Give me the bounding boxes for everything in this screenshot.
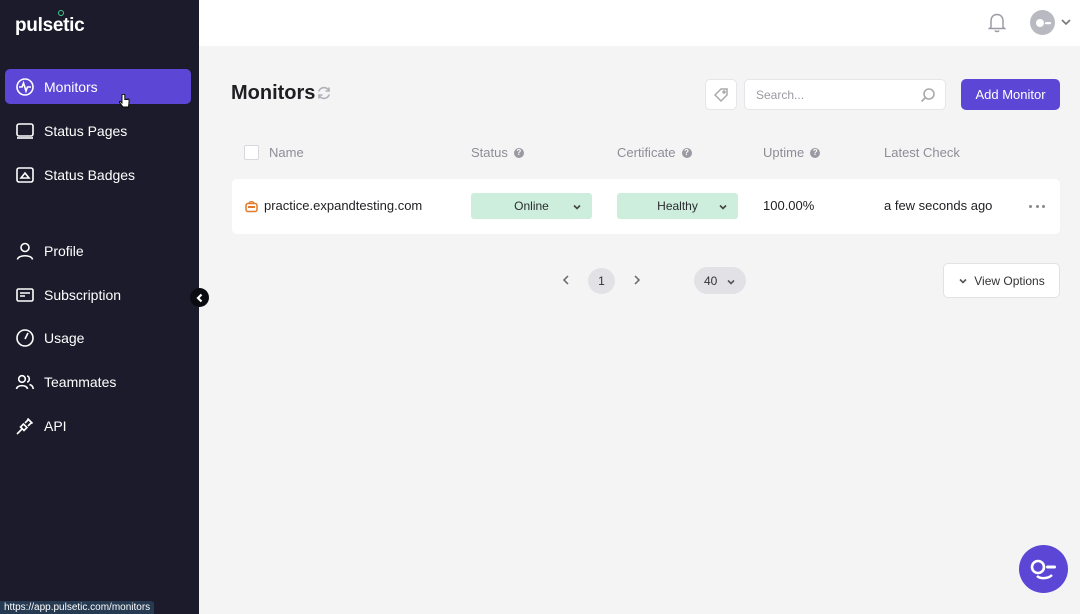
sidebar-item-label: API xyxy=(44,417,67,434)
column-header-latest-check[interactable]: Latest Check xyxy=(884,145,960,160)
top-bar xyxy=(199,0,1080,46)
status-badge-icon xyxy=(15,165,35,185)
sidebar-item-monitors[interactable]: Monitors xyxy=(5,69,191,104)
sidebar: pulsetic Monitors Status Pages Status Ba… xyxy=(0,0,209,614)
previous-page-button[interactable] xyxy=(559,273,573,287)
sidebar-item-label: Subscription xyxy=(44,286,122,303)
per-page-select[interactable]: 40 xyxy=(694,267,746,294)
uptime-value: 100.00% xyxy=(763,198,815,213)
latest-check-value: a few seconds ago xyxy=(884,198,993,213)
logo-dot-icon xyxy=(58,10,64,16)
chevron-left-icon xyxy=(195,293,202,302)
sidebar-item-status-badges[interactable]: Status Badges xyxy=(5,157,191,192)
status-dropdown[interactable]: Online xyxy=(471,193,592,219)
sidebar-item-label: Teammates xyxy=(44,373,117,390)
chat-face-icon xyxy=(1030,559,1056,580)
help-icon[interactable]: ? xyxy=(810,147,821,158)
help-icon[interactable]: ? xyxy=(513,147,524,158)
users-icon xyxy=(15,372,35,392)
refresh-icon[interactable] xyxy=(316,85,332,101)
status-page-icon xyxy=(15,121,35,141)
monitor-pulse-icon xyxy=(15,77,35,97)
search-icon[interactable] xyxy=(920,87,936,103)
chevron-right-icon xyxy=(634,275,641,285)
per-page-value: 40 xyxy=(704,273,718,288)
sidebar-item-label: Usage xyxy=(44,329,85,346)
collapse-sidebar-button[interactable] xyxy=(190,288,209,307)
chevron-down-icon[interactable] xyxy=(1060,15,1072,27)
column-label: Latest Check xyxy=(884,145,960,160)
select-all-checkbox[interactable] xyxy=(244,145,259,160)
column-header-uptime[interactable]: Uptime ? xyxy=(763,145,821,160)
monitor-status-icon xyxy=(245,200,258,213)
sidebar-item-subscription[interactable]: Subscription xyxy=(5,277,191,312)
sidebar-item-teammates[interactable]: Teammates xyxy=(5,364,191,399)
search-box xyxy=(744,79,946,110)
column-label: Certificate xyxy=(617,145,676,160)
help-icon[interactable]: ? xyxy=(681,147,692,158)
user-avatar[interactable] xyxy=(1030,10,1055,35)
sidebar-item-status-pages[interactable]: Status Pages xyxy=(5,113,191,148)
chevron-down-icon xyxy=(572,201,582,211)
certificate-value: Healthy xyxy=(657,199,698,213)
credit-card-icon xyxy=(15,285,35,305)
chevron-down-icon xyxy=(726,276,736,286)
sidebar-item-label: Profile xyxy=(44,242,84,259)
sidebar-item-api[interactable]: API xyxy=(5,408,191,443)
next-page-button[interactable] xyxy=(630,273,644,287)
chevron-left-icon xyxy=(562,275,569,285)
tag-icon xyxy=(713,87,728,102)
certificate-dropdown[interactable]: Healthy xyxy=(617,193,738,219)
chevron-down-icon xyxy=(718,201,728,211)
chevron-down-icon xyxy=(958,276,968,286)
sidebar-item-label: Monitors xyxy=(44,78,98,95)
status-value: Online xyxy=(514,199,549,213)
column-header-name[interactable]: Name xyxy=(269,145,304,160)
browser-status-url: https://app.pulsetic.com/monitors xyxy=(0,601,155,614)
search-input[interactable] xyxy=(745,80,905,109)
page-title: Monitors xyxy=(231,82,316,104)
pulsetic-logo[interactable]: pulsetic xyxy=(15,15,85,37)
sidebar-item-label: Status Badges xyxy=(44,166,136,183)
monitor-name-link[interactable]: practice.expandtesting.com xyxy=(264,198,422,213)
avatar-face-icon xyxy=(1035,18,1051,27)
sidebar-item-usage[interactable]: Usage xyxy=(5,320,191,355)
view-options-label: View Options xyxy=(974,273,1045,288)
tags-filter-button[interactable] xyxy=(705,79,737,110)
chat-support-button[interactable] xyxy=(1019,545,1068,593)
sidebar-item-label: Status Pages xyxy=(44,122,128,139)
view-options-button[interactable]: View Options xyxy=(943,263,1060,298)
user-icon xyxy=(15,241,35,261)
page-number-button[interactable]: 1 xyxy=(588,268,615,294)
column-label: Name xyxy=(269,145,304,160)
column-label: Uptime xyxy=(763,145,805,160)
add-monitor-button[interactable]: Add Monitor xyxy=(961,79,1060,110)
plug-icon xyxy=(15,416,35,436)
gauge-icon xyxy=(15,328,35,348)
more-actions-icon[interactable] xyxy=(1029,199,1045,213)
notifications-bell-icon[interactable] xyxy=(986,11,1008,33)
table-row[interactable]: practice.expandtesting.com Online Health… xyxy=(232,179,1060,234)
mouse-cursor-icon xyxy=(119,94,130,108)
sidebar-item-profile[interactable]: Profile xyxy=(5,233,191,268)
column-header-status[interactable]: Status ? xyxy=(471,145,524,160)
column-label: Status xyxy=(471,145,508,160)
column-header-certificate[interactable]: Certificate ? xyxy=(617,145,692,160)
